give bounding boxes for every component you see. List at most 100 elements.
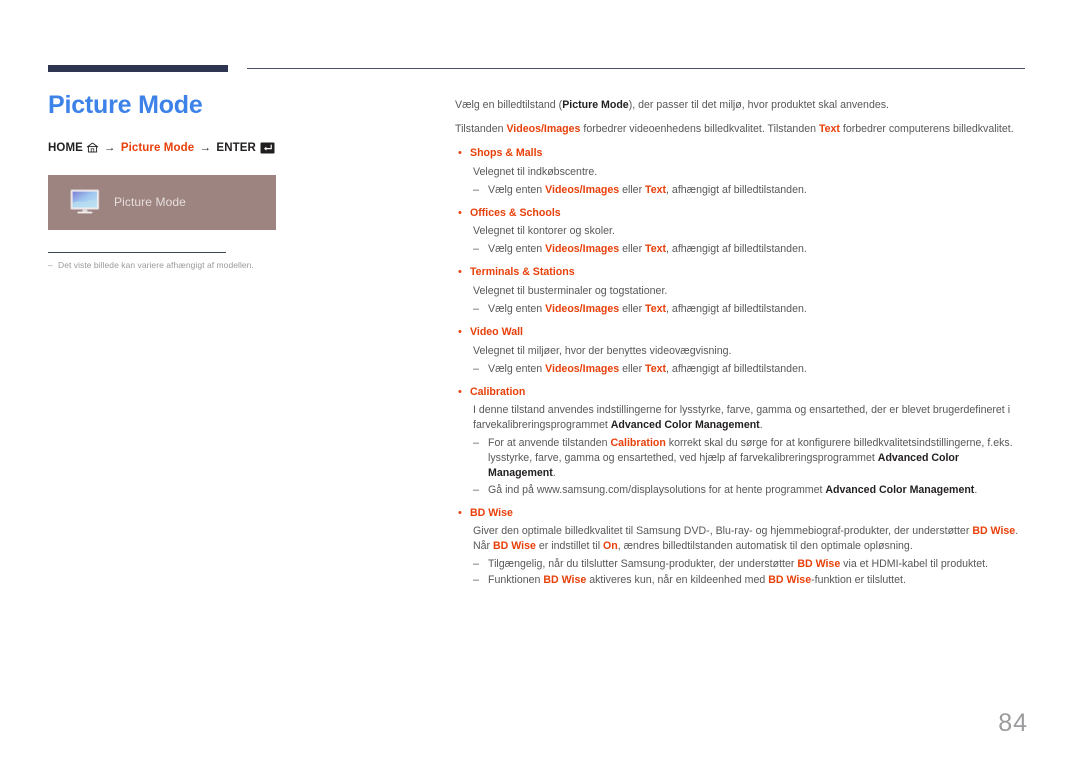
option-description: Giver den optimale billedkvalitet til Sa…: [473, 524, 1027, 554]
home-icon: [86, 142, 99, 156]
breadcrumb-home-label: HOME: [48, 141, 83, 154]
subnote-text: , afhængigt af billedtilstanden.: [666, 362, 807, 375]
bullet-icon: •: [458, 506, 462, 519]
bullet-icon: •: [458, 206, 462, 219]
bullet-icon: •: [458, 266, 462, 279]
option-description: Velegnet til kontorer og skoler.: [473, 224, 1027, 239]
subnote-text: Vælg enten: [488, 183, 546, 196]
subnote-accent-term: Text: [645, 183, 667, 196]
subnote-dash-icon: ‒: [473, 437, 479, 450]
subnote-text: Vælg enten: [488, 362, 546, 375]
option-title: Offices & Schools: [470, 206, 561, 219]
breadcrumb-enter-label: ENTER: [216, 141, 256, 154]
description-bold-term: Advanced Color Management: [610, 419, 760, 432]
breadcrumb-menu-label[interactable]: Picture Mode: [121, 142, 194, 154]
subnote-dash-icon: ‒: [473, 243, 479, 256]
page-number: 84: [998, 709, 1028, 737]
description-text: Velegnet til miljøer, hvor der benyttes …: [473, 344, 732, 357]
intro-paragraph: Tilstanden Videos/Images forbedrer video…: [455, 122, 1027, 137]
subnote-text: -funktion er tilsluttet.: [811, 574, 906, 587]
option-heading: • Calibration: [455, 385, 1027, 401]
subnote-accent-term: Text: [645, 362, 667, 375]
option-subnote: ‒ Funktionen BD Wise aktiveres kun, når e…: [473, 573, 1027, 588]
breadcrumb-arrow-1: →: [103, 141, 116, 154]
intro-accent-term: Text: [818, 123, 840, 136]
subnote-text: Vælg enten Videos/Images eller Text, afh…: [488, 302, 1027, 317]
left-column: Picture Mode HOME → Picture Mode → ENTER: [48, 91, 408, 271]
option-subnote: ‒ Gå ind på www.samsung.com/displaysoluti…: [473, 483, 1027, 498]
osd-preview-block: Picture Mode: [48, 174, 276, 230]
description-text: Velegnet til indkøbscentre.: [473, 165, 598, 178]
picture-mode-option: • Shops & Malls Velegnet til indkøbscentre…: [455, 146, 1027, 198]
option-description: I denne tilstand anvendes indstillingern…: [473, 403, 1027, 433]
subnote-text: For at anvende tilstanden Calibration ko…: [488, 436, 1027, 481]
subnote-text: Gå ind på www.samsung.com/displaysolutio…: [488, 483, 826, 496]
breadcrumb: HOME → Picture Mode → ENTER: [48, 142, 408, 157]
subnote-text: aktiveres kun, når en kildeenhed med: [586, 574, 769, 587]
description-accent-term: BD Wise: [972, 525, 1016, 538]
subnote-text: Vælg enten Videos/Images eller Text, afh…: [488, 362, 1027, 377]
subnote-accent-term: BD Wise: [797, 558, 841, 571]
subnote-accent-term: Videos/Images: [545, 303, 620, 316]
option-heading: • Terminals & Stations: [455, 265, 1027, 281]
picture-mode-option: • Terminals & Stations Velegnet til buster…: [455, 265, 1027, 317]
picture-mode-option: • Offices & Schools Velegnet til kontorer …: [455, 206, 1027, 258]
intro-bold-term: Picture Mode: [562, 99, 629, 111]
subnote-bold-term: Advanced Color Management: [825, 483, 975, 496]
bullet-icon: •: [458, 147, 462, 160]
subnote-accent-term: BD Wise: [768, 574, 812, 587]
subnote-accent-term: Calibration: [610, 437, 666, 450]
intro-text: ), der passer til det miljø, hvor produk…: [628, 99, 889, 111]
option-description: Velegnet til miljøer, hvor der benyttes …: [473, 344, 1027, 359]
subnote-accent-term: Text: [645, 303, 667, 316]
subnote-text: Vælg enten Videos/Images eller Text, afh…: [488, 183, 1027, 198]
description-text: , ændres billedtilstanden automatisk til…: [617, 540, 913, 553]
intro-text: Vælg en billedtilstand (: [455, 99, 563, 111]
header-accent-bar: [48, 65, 228, 72]
subnote-text: Funktionen BD Wise aktiveres kun, når en…: [488, 573, 1027, 588]
option-heading: • BD Wise: [455, 506, 1027, 522]
subnote-text: eller: [619, 183, 646, 196]
main-content: Vælg en billedtilstand (Picture Mode), d…: [455, 98, 1027, 589]
option-subnote: ‒ Vælg enten Videos/Images eller Text, af…: [473, 183, 1027, 198]
subnote-text: eller: [619, 303, 646, 316]
description-accent-term: BD Wise: [493, 540, 536, 553]
subnote-text: , afhængigt af billedtilstanden.: [666, 303, 807, 316]
subnote-text: Vælg enten: [488, 243, 546, 256]
subnote-text: Tilgængelig, når du tilslutter Samsung-p…: [488, 557, 1027, 572]
enter-key-icon: [260, 142, 275, 157]
subnote-accent-term: Videos/Images: [545, 362, 620, 375]
option-subnote: ‒ For at anvende tilstanden Calibration k…: [473, 436, 1027, 481]
option-subnote: ‒ Vælg enten Videos/Images eller Text, af…: [473, 242, 1027, 257]
breadcrumb-arrow-2: →: [199, 141, 212, 154]
subnote-text: eller: [619, 243, 646, 256]
option-subnote: ‒ Vælg enten Videos/Images eller Text, af…: [473, 362, 1027, 377]
description-text: Giver den optimale billedkvalitet til Sa…: [473, 525, 973, 538]
subnote-text: .: [552, 467, 556, 480]
description-accent-term: On: [603, 540, 618, 553]
note-divider: [48, 251, 226, 253]
subnote-dash-icon: ‒: [473, 558, 479, 571]
intro-text: forbedrer computerens billedkvalitet.: [839, 123, 1014, 136]
description-text: Velegnet til busterminaler og togstation…: [473, 285, 668, 298]
option-subnote: ‒ Vælg enten Videos/Images eller Text, af…: [473, 302, 1027, 317]
subnote-accent-term: Text: [645, 243, 667, 256]
subnote-text: eller: [619, 362, 646, 375]
subnote-dash-icon: ‒: [473, 183, 479, 196]
page-header-rules: [0, 0, 1080, 90]
option-heading: • Offices & Schools: [455, 206, 1027, 222]
description-text: Velegnet til kontorer og skoler.: [473, 225, 615, 238]
subnote-text: Gå ind på www.samsung.com/displaysolutio…: [488, 483, 1027, 498]
subnote-text: .: [974, 483, 978, 496]
bullet-icon: •: [458, 385, 462, 398]
subnote-text: Vælg enten: [488, 303, 546, 316]
picture-mode-option: • BD Wise Giver den optimale billedkvalite…: [455, 506, 1027, 589]
intro-accent-term: Videos/Images: [506, 123, 581, 136]
option-title: Terminals & Stations: [470, 266, 575, 279]
subnote-dash-icon: ‒: [473, 483, 479, 496]
subnote-accent-term: Videos/Images: [545, 183, 620, 196]
option-heading: • Shops & Malls: [455, 146, 1027, 162]
subnote-text: Tilgængelig, når du tilslutter Samsung-p…: [488, 558, 798, 571]
subnote-dash-icon: ‒: [473, 362, 479, 375]
bullet-icon: •: [458, 326, 462, 339]
